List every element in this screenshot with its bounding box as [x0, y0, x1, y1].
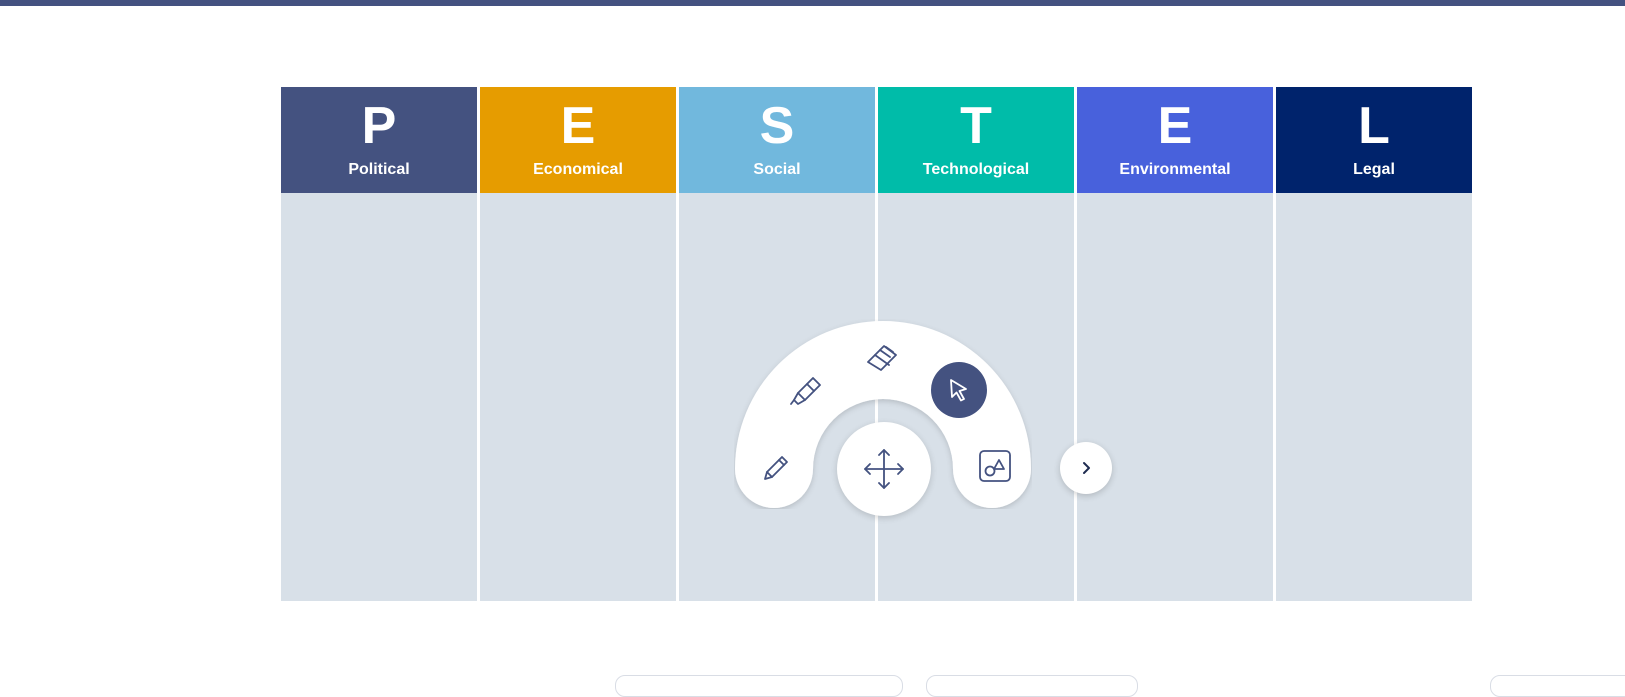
column-header: S Social [679, 87, 875, 193]
pestel-column-economical[interactable]: E Economical [480, 87, 676, 601]
column-header: E Economical [480, 87, 676, 193]
column-drop-area[interactable] [281, 193, 477, 601]
column-label: Legal [1353, 161, 1395, 178]
column-letter: P [361, 97, 397, 155]
column-drop-area[interactable] [1276, 193, 1472, 601]
bottom-card[interactable] [926, 675, 1138, 697]
pencil-icon [764, 456, 788, 480]
column-header: L Legal [1276, 87, 1472, 193]
column-letter: E [1157, 97, 1193, 155]
eraser-tool-button[interactable] [854, 329, 910, 385]
move-arrows-icon [864, 449, 904, 489]
column-letter: L [1358, 97, 1390, 155]
bottom-card[interactable] [615, 675, 903, 697]
move-tool-button[interactable] [837, 422, 931, 516]
top-accent-bar [0, 0, 1625, 6]
column-drop-area[interactable] [480, 193, 676, 601]
pestel-column-political[interactable]: P Political [281, 87, 477, 601]
column-header: P Political [281, 87, 477, 193]
select-tool-button[interactable] [931, 362, 987, 418]
bottom-card[interactable] [1490, 675, 1625, 697]
eraser-icon [867, 345, 897, 371]
shapes-icon [979, 450, 1011, 482]
pestel-column-environmental[interactable]: E Environmental [1077, 87, 1273, 601]
pestel-column-legal[interactable]: L Legal [1276, 87, 1472, 601]
column-letter: E [560, 97, 596, 155]
column-letter: T [960, 97, 992, 155]
column-label: Political [348, 161, 410, 178]
pencil-tool-button[interactable] [747, 440, 803, 496]
column-label: Environmental [1119, 161, 1231, 178]
column-letter: S [759, 97, 795, 155]
column-header: E Environmental [1077, 87, 1273, 193]
expand-toolbar-button[interactable] [1060, 442, 1112, 494]
highlighter-icon [790, 377, 821, 405]
chevron-right-icon [1083, 462, 1090, 474]
column-header: T Technological [878, 87, 1074, 193]
cursor-arrow-icon [950, 379, 967, 402]
column-label: Technological [922, 161, 1030, 178]
column-label: Economical [533, 161, 623, 178]
column-drop-area[interactable] [1077, 193, 1273, 601]
shapes-tool-button[interactable] [967, 438, 1023, 494]
column-label: Social [753, 161, 801, 178]
highlighter-tool-button[interactable] [778, 364, 834, 420]
